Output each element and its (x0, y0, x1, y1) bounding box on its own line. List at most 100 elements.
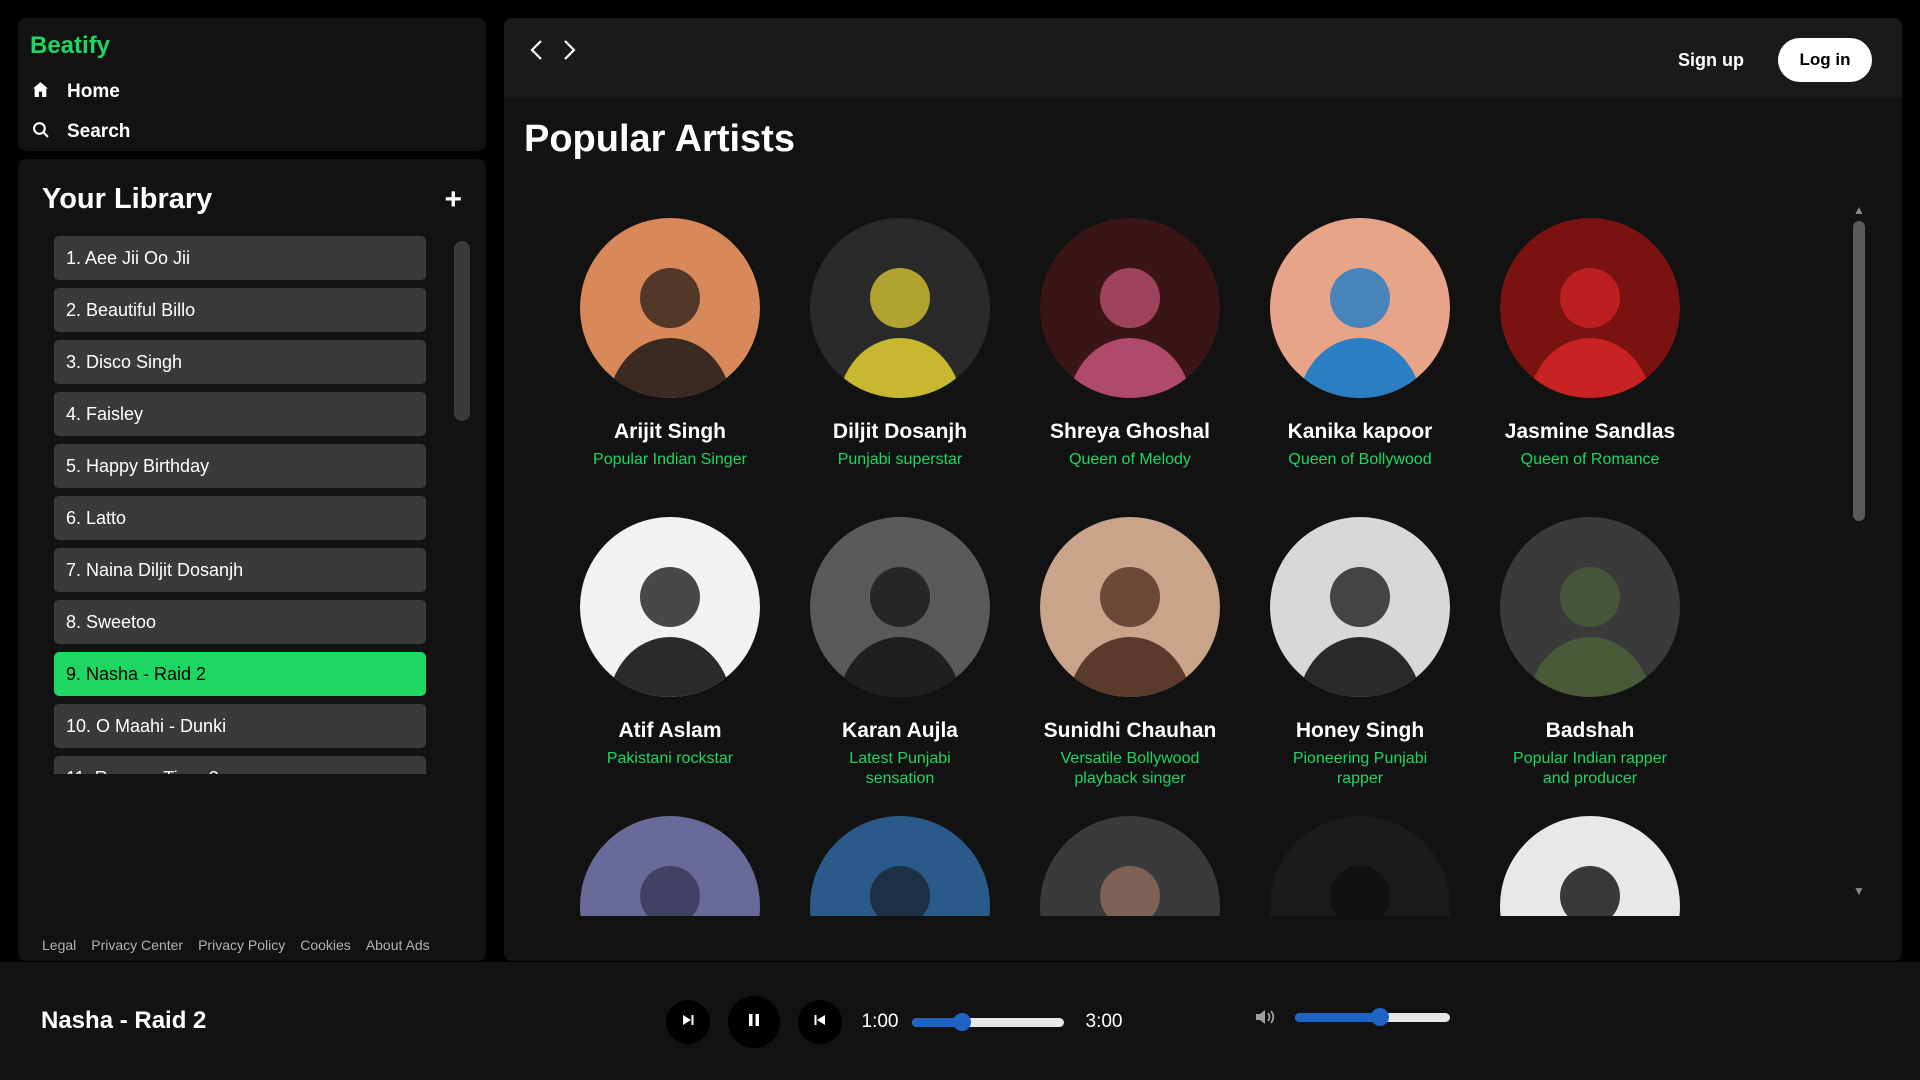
triangle-down-icon[interactable]: ▼ (1852, 884, 1866, 898)
volume-slider-fill (1295, 1012, 1381, 1022)
artist-name: Karan Aujla (842, 719, 958, 742)
player-bar: Nasha - Raid 2 1:00 3:00 (0, 962, 1920, 1080)
artist-description: Queen of Bollywood (1288, 451, 1432, 468)
artist-name: Shreya Ghoshal (1050, 420, 1210, 443)
nav-item-search[interactable]: Search (30, 112, 474, 152)
footer-link[interactable]: Privacy Center (91, 937, 183, 953)
library-item[interactable]: 6. Latto (54, 496, 426, 540)
artist-avatar (580, 218, 760, 398)
artist-description: Popular Indian rapper and producer (1513, 750, 1667, 787)
artist-avatar (1500, 816, 1680, 916)
artist-avatar (1500, 218, 1680, 398)
artist-card[interactable]: Diljit Dosanjh Punjabi superstar (810, 218, 990, 517)
pause-icon (746, 1012, 762, 1033)
login-button[interactable]: Log in (1778, 38, 1872, 82)
artist-name: Badshah (1545, 719, 1635, 742)
artist-description: Pioneering Punjabi rapper (1292, 750, 1428, 787)
triangle-up-icon[interactable]: ▲ (1852, 203, 1866, 217)
footer-link[interactable]: Cookies (300, 937, 351, 953)
artist-name: Jasmine Sandlas (1504, 420, 1676, 443)
library-item[interactable]: 7. Naina Diljit Dosanjh (54, 548, 426, 592)
artist-card[interactable]: Karan Aujla Latest Punjabi sensation (810, 517, 990, 816)
library-item[interactable]: 8. Sweetoo (54, 600, 426, 644)
artist-name: Sunidhi Chauhan (1043, 719, 1217, 742)
add-playlist-button[interactable]: + (444, 184, 462, 215)
brand-logo[interactable]: Beatify (30, 32, 474, 60)
artist-description: Pakistani rockstar (606, 750, 734, 767)
artist-card[interactable]: Arijit Singh Popular Indian Singer (580, 218, 760, 517)
artist-name: Diljit Dosanjh (832, 420, 968, 443)
artist-avatar (580, 517, 760, 697)
signup-button[interactable]: Sign up (1678, 50, 1744, 71)
chevron-right-icon[interactable] (560, 38, 578, 62)
nav-item-label: Search (67, 121, 131, 142)
artist-description: Punjabi superstar (837, 451, 963, 468)
library-footer: Legal Privacy Center Privacy Policy Cookies… (42, 937, 430, 953)
artist-card[interactable]: Honey Singh Pioneering Punjabi rapper (1270, 517, 1450, 816)
artist-name: Arijit Singh (614, 420, 726, 443)
nav-item-label: Home (67, 81, 120, 102)
library-item[interactable]: 11. Ruaan - Tiger 3 (54, 756, 426, 774)
search-icon (32, 121, 49, 144)
artists-grid: Arijit Singh Popular Indian Singer Diljit … (580, 218, 1680, 916)
library-item[interactable]: 5. Happy Birthday (54, 444, 426, 488)
library-item[interactable]: 2. Beautiful Billo (54, 288, 426, 332)
artist-card[interactable] (1270, 816, 1450, 916)
artist-avatar (810, 517, 990, 697)
seek-slider-handle[interactable] (953, 1013, 972, 1031)
artist-avatar (1270, 218, 1450, 398)
artist-card[interactable] (1500, 816, 1680, 916)
artist-description: Latest Punjabi sensation (849, 750, 951, 787)
volume-slider-handle[interactable] (1371, 1008, 1390, 1026)
library-title: Your Library (42, 183, 213, 215)
section-title: Popular Artists (524, 118, 795, 160)
artist-card[interactable] (580, 816, 760, 916)
top-nav-panel: Beatify Home Search (18, 18, 486, 151)
artist-description: Queen of Melody (1069, 451, 1191, 468)
artist-avatar (1040, 517, 1220, 697)
artist-card[interactable]: Shreya Ghoshal Queen of Melody (1040, 218, 1220, 517)
artist-avatar (1500, 517, 1680, 697)
library-item[interactable]: 4. Faisley (54, 392, 426, 436)
library-list[interactable]: 1. Aee Jii Oo Jii 2. Beautiful Billo 3. Di… (54, 236, 426, 774)
artist-avatar (1270, 816, 1450, 916)
library-scrollbar[interactable] (454, 241, 470, 421)
pause-button[interactable] (728, 996, 780, 1048)
artist-name: Honey Singh (1295, 719, 1425, 742)
main-panel: Sign up Log in Popular Artists Arijit Si… (504, 18, 1902, 961)
volume-slider[interactable] (1295, 1008, 1450, 1026)
artists-grid-viewport: Arijit Singh Popular Indian Singer Diljit … (504, 218, 1902, 916)
library-item[interactable]: 9. Nasha - Raid 2 (54, 652, 426, 696)
artist-card[interactable]: Badshah Popular Indian rapper and produce… (1500, 517, 1680, 816)
artist-avatar (1270, 517, 1450, 697)
artist-card[interactable]: Sunidhi Chauhan Versatile Bollywood playb… (1040, 517, 1220, 816)
previous-button[interactable] (666, 1000, 710, 1044)
skip-forward-icon (681, 1013, 695, 1032)
library-item[interactable]: 10. O Maahi - Dunki (54, 704, 426, 748)
artist-avatar (580, 816, 760, 916)
artist-card[interactable]: Atif Aslam Pakistani rockstar (580, 517, 760, 816)
artist-card[interactable]: Kanika kapoor Queen of Bollywood (1270, 218, 1450, 517)
next-button[interactable] (798, 1000, 842, 1044)
skip-back-icon (813, 1013, 827, 1032)
footer-link[interactable]: About Ads (366, 937, 430, 953)
footer-link[interactable]: Privacy Policy (198, 937, 285, 953)
footer-link[interactable]: Legal (42, 937, 76, 953)
artist-avatar (1040, 816, 1220, 916)
nav-item-home[interactable]: Home (30, 72, 474, 112)
artist-name: Atif Aslam (618, 719, 722, 742)
artist-card[interactable] (810, 816, 990, 916)
seek-slider[interactable] (912, 1013, 1064, 1031)
main-scrollbar[interactable]: ▲ ▼ (1852, 203, 1866, 898)
artist-avatar (810, 218, 990, 398)
library-panel: Your Library + 1. Aee Jii Oo Jii 2. Beaut… (18, 159, 486, 961)
artist-card[interactable] (1040, 816, 1220, 916)
current-time: 1:00 (861, 1011, 899, 1032)
library-item[interactable]: 3. Disco Singh (54, 340, 426, 384)
playback-controls: 1:00 3:00 (666, 996, 1130, 1048)
chevron-left-icon[interactable] (528, 38, 546, 62)
main-scrollbar-thumb[interactable] (1853, 221, 1865, 521)
volume-icon[interactable] (1255, 1008, 1277, 1026)
artist-card[interactable]: Jasmine Sandlas Queen of Romance (1500, 218, 1680, 517)
library-item[interactable]: 1. Aee Jii Oo Jii (54, 236, 426, 280)
